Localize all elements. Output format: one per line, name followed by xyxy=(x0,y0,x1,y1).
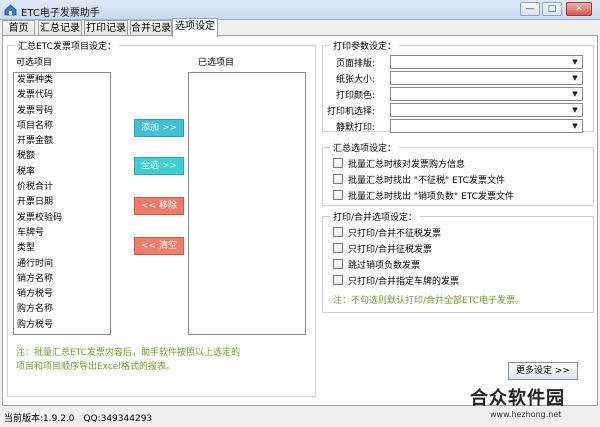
list-item[interactable]: 发票号码 xyxy=(14,104,110,119)
chevron-down-icon: ▼ xyxy=(572,74,578,82)
check-label: 只打印/合并不征税发票 xyxy=(348,229,442,239)
print-color-row: 打印颜色: ▼ xyxy=(323,87,595,102)
list-item[interactable]: 类型 xyxy=(14,241,110,256)
list-item[interactable]: 车牌号 xyxy=(14,226,110,241)
chevron-down-icon: ▼ xyxy=(572,90,578,98)
check-label: 批量汇总时找出 "不征税" ETC发票文件 xyxy=(348,176,505,186)
checkbox[interactable] xyxy=(333,243,343,253)
watermark: 合众软件园 www.hezhong.net xyxy=(470,384,565,419)
check-label: 只打印/合并征税发票 xyxy=(348,245,433,255)
selected-items-label: 已选项目 xyxy=(198,58,235,68)
tab-print-records[interactable]: 打印记录 xyxy=(84,20,128,36)
print-color-label: 打印颜色: xyxy=(335,91,375,101)
printer-label: 打印机选择: xyxy=(326,107,375,117)
checkbox[interactable] xyxy=(333,259,343,269)
tab-merge-records[interactable]: 合并记录 xyxy=(130,20,172,36)
summary-options-title: 汇总选项设定： xyxy=(330,141,400,154)
checkbox[interactable] xyxy=(333,275,343,285)
app-icon xyxy=(4,4,17,16)
watermark-url: www.hezhong.net xyxy=(490,410,562,419)
printer-row: 打印机选择: ▼ xyxy=(323,103,595,118)
summary-items-group: 汇总ETC发票项目设定： 可选项目 已选项目 发票种类 发票代码 发票号码 项目名称开… xyxy=(7,39,316,397)
status-version: 当前版本:1.9.2.0 QQ:349344293 xyxy=(4,411,152,424)
silent-print-row: 静默打印: ▼ xyxy=(323,119,595,134)
tab-summary-records[interactable]: 汇总记录 xyxy=(38,20,82,36)
page-layout-label: 页面排版: xyxy=(335,59,375,69)
list-item[interactable]: 价税合计 xyxy=(14,180,110,195)
summary-note-line2: 项目和项目顺序导出Excel格式的报表。 xyxy=(16,362,175,372)
list-item[interactable]: 购方税号 xyxy=(14,318,110,333)
print-merge-options-title: 打印/合并选项设定： xyxy=(330,210,421,223)
list-item[interactable]: 税率 xyxy=(14,165,110,180)
select-all-button[interactable]: 全选 >> xyxy=(134,157,184,175)
paper-size-row: 纸张大小: ▼ xyxy=(323,71,595,86)
tab-home[interactable]: 首页 xyxy=(2,20,35,36)
list-item[interactable]: 发票代码 xyxy=(14,88,110,103)
more-settings-button[interactable]: 更多设定 >> xyxy=(508,362,578,380)
available-items-list[interactable]: 发票种类 发票代码 发票号码 项目名称 开票金额 税额 税率 价税合计 开票日期 发票校验码 车牌号… xyxy=(13,72,111,335)
available-items-label: 可选项目 xyxy=(16,58,53,68)
checkbox[interactable] xyxy=(333,190,343,200)
page-layout-select[interactable]: ▼ xyxy=(390,55,583,69)
chevron-down-icon: ▼ xyxy=(572,58,578,66)
list-item[interactable]: 销方名称 xyxy=(14,272,110,287)
print-params-group: 打印参数设定： 页面排版: ▼ 纸张大小: ▼ 打印颜色: ▼ 打印机选择: ▼… xyxy=(322,39,595,134)
summary-note-line1: 注：批量汇总ETC发票内容后，助手软件按照以上选定的 xyxy=(16,348,240,358)
check-label: 只打印/合并指定车牌的发票 xyxy=(348,277,460,287)
page-layout-row: 页面排版: ▼ xyxy=(323,55,595,70)
checkbox[interactable] xyxy=(333,158,343,168)
check-label: 批量汇总时核对发票购方信息 xyxy=(348,160,466,170)
print-color-select[interactable]: ▼ xyxy=(390,87,583,101)
close-button[interactable]: ✕ xyxy=(566,2,592,16)
maximize-button[interactable]: □ xyxy=(542,2,562,16)
checkbox[interactable] xyxy=(333,174,343,184)
selected-items-list[interactable] xyxy=(188,72,306,335)
chevron-down-icon: ▼ xyxy=(572,106,578,114)
list-item[interactable]: 通行时间 xyxy=(14,257,110,272)
print-params-title: 打印参数设定： xyxy=(330,39,400,52)
list-item[interactable]: 发票校验码 xyxy=(14,211,110,226)
title-bar: ETC电子发票助手 — □ ✕ xyxy=(0,0,600,20)
checkbox[interactable] xyxy=(333,227,343,237)
remove-button[interactable]: << 移除 xyxy=(134,197,184,215)
list-item[interactable]: 项目名称 xyxy=(14,119,110,134)
silent-print-label: 静默打印: xyxy=(335,123,375,133)
print-merge-note: 注：不勾选则默认打印/合并全部ETC电子发票。 xyxy=(333,296,524,306)
summary-items-title: 汇总ETC发票项目设定： xyxy=(15,39,119,52)
paper-size-label: 纸张大小: xyxy=(335,75,375,85)
check-label: 跳过销项负数发票 xyxy=(348,261,421,271)
minimize-button[interactable]: — xyxy=(520,2,540,16)
list-item[interactable]: 开票金额 xyxy=(14,134,110,149)
clear-button[interactable]: << 清空 xyxy=(134,237,184,255)
version-text: 当前版本:1.9.2.0 xyxy=(4,414,75,424)
list-item[interactable]: 购方名称 xyxy=(14,302,110,317)
options-panel: 汇总ETC发票项目设定： 可选项目 已选项目 发票种类 发票代码 发票号码 项目名称开… xyxy=(2,35,598,406)
check-label: 批量汇总时找出 "销项负数" ETC发票文件 xyxy=(348,192,514,202)
list-item[interactable]: 开票日期 xyxy=(14,195,110,210)
add-button[interactable]: 添加 >> xyxy=(134,119,184,137)
list-item[interactable]: 销方税号 xyxy=(14,287,110,302)
window-title: ETC电子发票助手 xyxy=(21,8,100,19)
tab-options[interactable]: 选项设定 xyxy=(172,18,218,37)
list-item[interactable]: 税额 xyxy=(14,149,110,164)
watermark-text: 合众软件园 xyxy=(470,388,565,409)
printer-select[interactable]: ▼ xyxy=(390,103,583,117)
chevron-down-icon: ▼ xyxy=(572,122,578,130)
silent-print-select[interactable]: ▼ xyxy=(390,119,583,133)
list-item[interactable]: 发票种类 xyxy=(14,73,110,88)
paper-size-select[interactable]: ▼ xyxy=(390,71,583,85)
qq-text: QQ:349344293 xyxy=(83,414,153,424)
